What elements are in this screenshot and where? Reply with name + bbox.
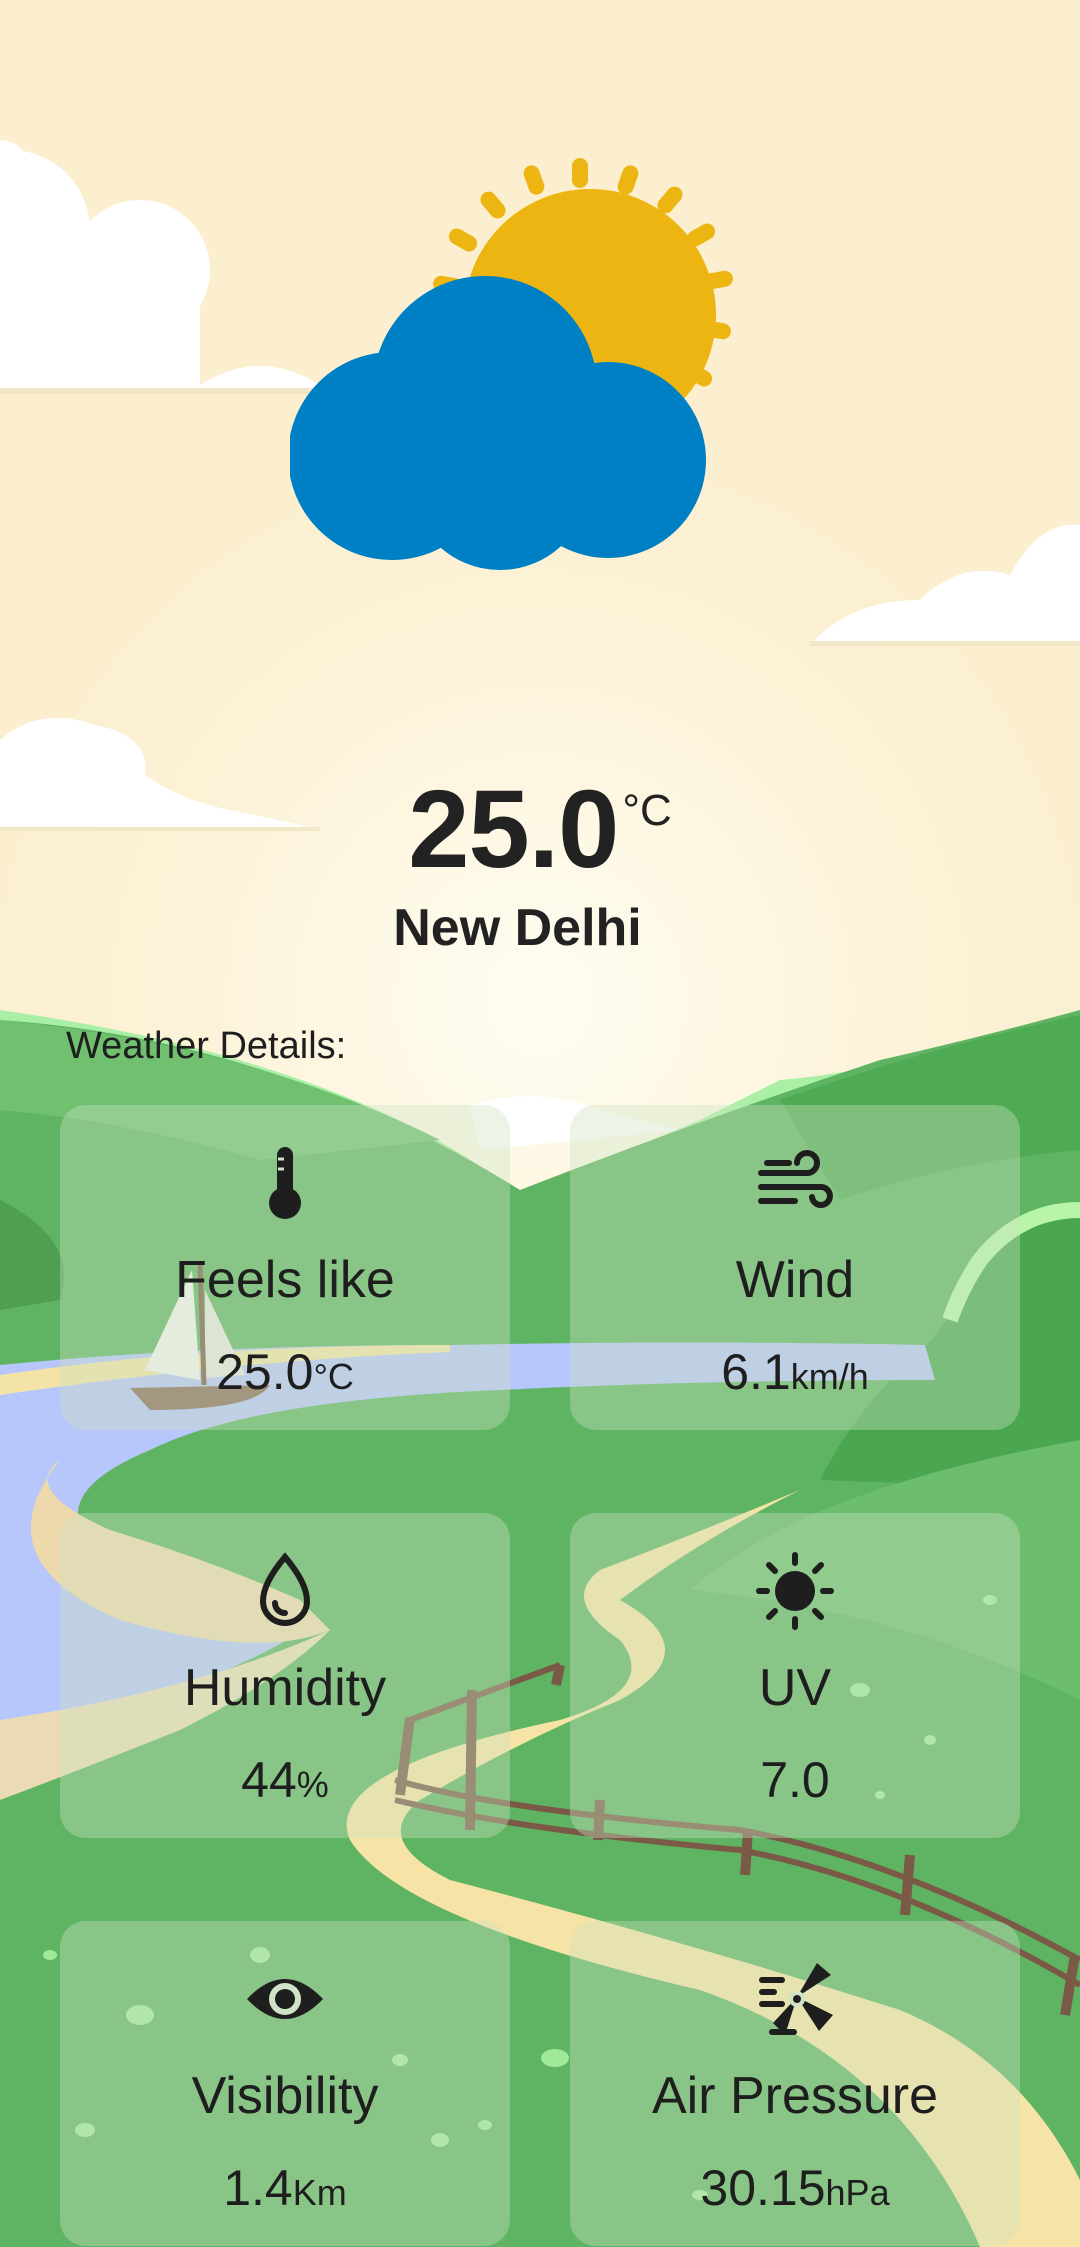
- current-temperature: 25.0 °C: [0, 775, 1080, 885]
- wind-label: Wind: [735, 1251, 855, 1309]
- air-pressure-label: Air Pressure: [651, 2067, 939, 2125]
- humidity-card: Humidity 44%: [60, 1513, 510, 1838]
- air-pressure-value: 30.15hPa: [700, 2160, 890, 2216]
- humidity-value: 44%: [241, 1752, 329, 1808]
- uv-label: UV: [758, 1659, 832, 1717]
- air-pressure-icon: [570, 1959, 1020, 2039]
- water-drop-icon: [60, 1551, 510, 1631]
- air-pressure-card: Air Pressure 30.15hPa: [570, 1921, 1020, 2246]
- visibility-label: Visibility: [191, 2067, 379, 2125]
- uv-card: UV 7.0: [570, 1513, 1020, 1838]
- uv-value: 7.0: [760, 1752, 830, 1808]
- feels-like-label: Feels like: [175, 1251, 395, 1309]
- visibility-card: Visibility 1.4Km: [60, 1921, 510, 2246]
- feels-like-value: 25.0°C: [216, 1344, 354, 1400]
- weather-details-title: Weather Details:: [66, 1025, 347, 1067]
- feels-like-card: Feels like 25.0°C: [60, 1105, 510, 1430]
- wind-value: 6.1km/h: [721, 1344, 869, 1400]
- temperature-value: 25.0: [408, 768, 619, 891]
- city-name: New Delhi: [393, 899, 642, 957]
- thermometer-icon: [60, 1143, 510, 1223]
- temperature-unit: °C: [622, 786, 672, 835]
- eye-icon: [60, 1959, 510, 2039]
- wind-icon: [570, 1143, 1020, 1223]
- partly-cloudy-icon: [290, 158, 733, 570]
- sun-icon: [570, 1551, 1020, 1631]
- humidity-label: Humidity: [183, 1659, 387, 1717]
- wind-card: Wind 6.1km/h: [570, 1105, 1020, 1430]
- visibility-value: 1.4Km: [223, 2160, 347, 2216]
